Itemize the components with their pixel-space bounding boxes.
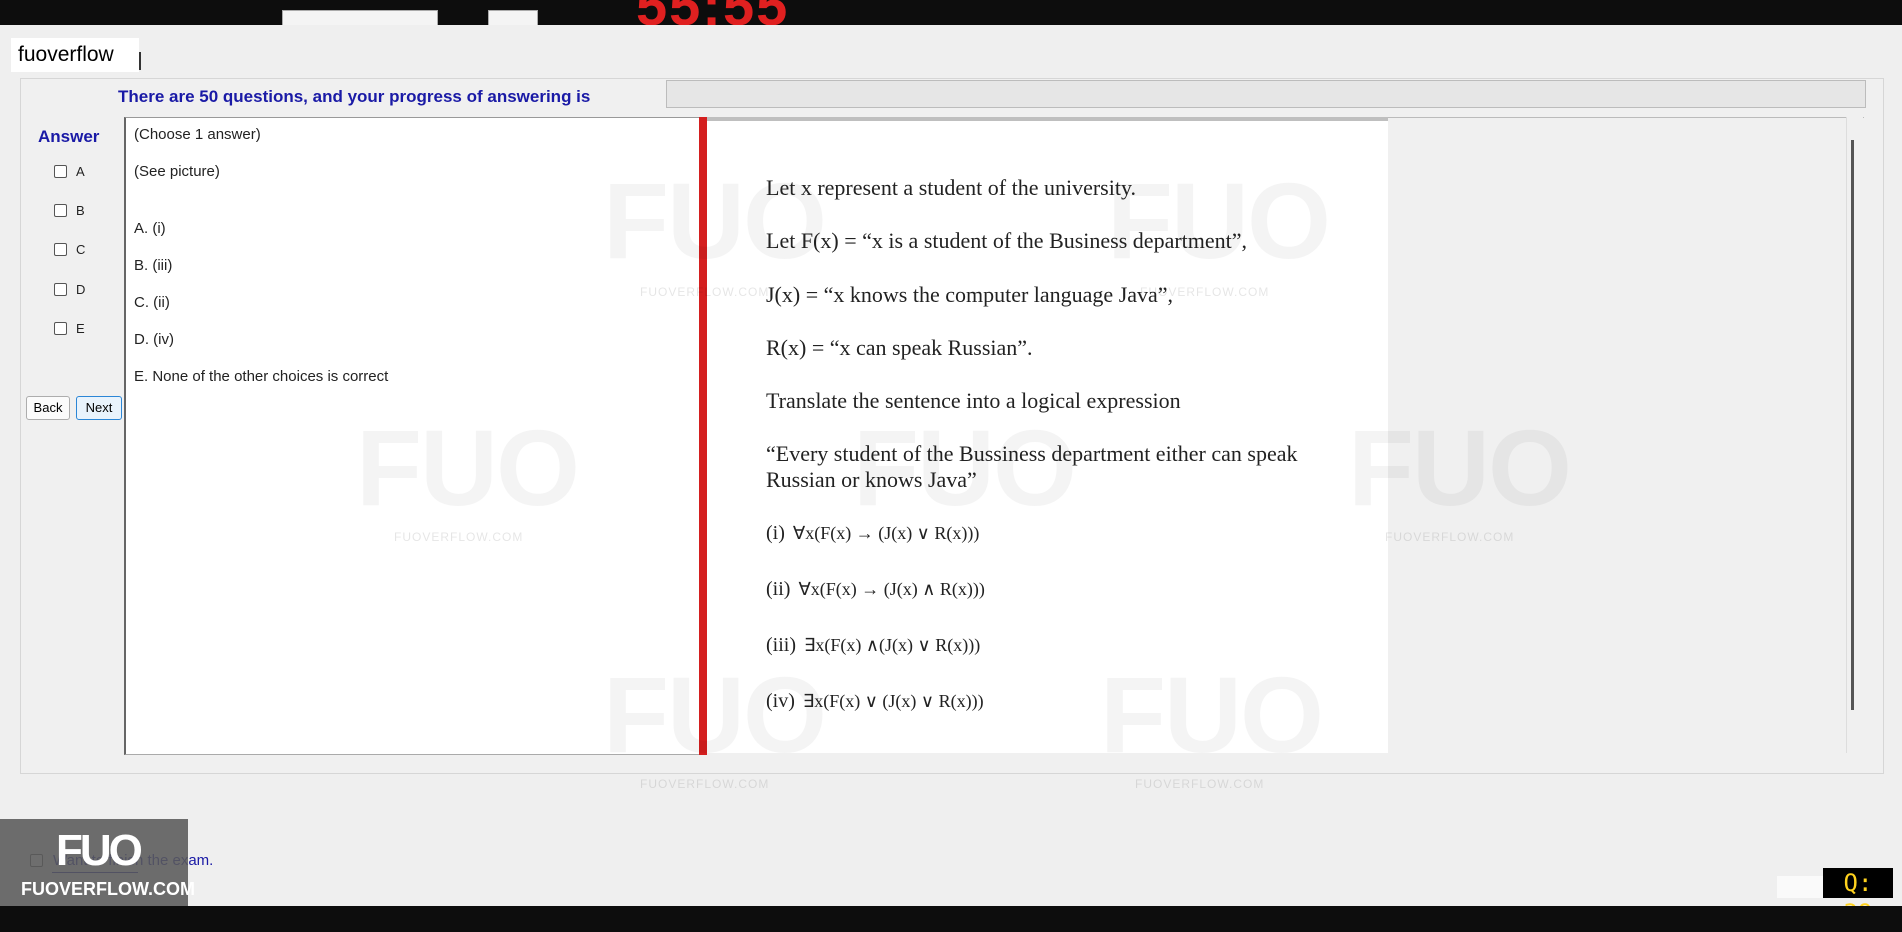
exam-timer: 55:55 [636,0,789,25]
watermark-logo: FUO [1107,158,1331,283]
watermark-logo: FUO [603,652,827,777]
question-line: Let F(x) = “x is a student of the Busine… [766,228,1248,253]
answer-option-c[interactable]: C [54,240,85,258]
status-patch [1777,876,1823,898]
progress-text: There are 50 questions, and your progres… [118,87,591,106]
question-line: “Every student of the Bussiness departme… [766,441,1298,466]
choice-item: A. (i) [134,220,166,237]
checkbox-b[interactable] [54,203,67,217]
watermark-url: FUOVERFLOW.COM [640,777,770,791]
toolbar-small-combo[interactable] [488,10,538,25]
watermark-url: FUOVERFLOW.COM [640,285,770,299]
answer-option-a[interactable]: A [54,162,85,180]
answer-option-label: D [76,281,86,297]
progress-bar [666,80,1866,108]
next-button[interactable]: Next [76,396,122,420]
checkbox-a[interactable] [54,164,67,178]
answer-option-label: E [76,320,85,336]
watermark-url: FUOVERFLOW.COM [394,530,524,544]
checkbox-c[interactable] [54,242,67,256]
answer-option-d[interactable]: D [54,280,85,298]
checkbox-d[interactable] [54,282,67,296]
question-counter: Q: 39 [1823,868,1893,927]
question-line: Let x represent a student of the univers… [766,175,1137,200]
logic-option: (ii) ∀x(F(x) → (J(x) ∧ R(x))) [766,578,985,601]
choose-instruction: (Choose 1 answer) [134,126,261,143]
watermark-url: FUOVERFLOW.COM [1135,777,1265,791]
vertical-scrollbar[interactable] [1846,117,1863,753]
back-button[interactable]: Back [26,396,70,420]
question-line: Translate the sentence into a logical ex… [766,388,1181,413]
watermark-logo: FUO [1100,652,1324,777]
watermark-url: FUOVERFLOW.COM [1385,530,1515,544]
brand-tag: fuoverflow [11,38,139,72]
see-picture-text: (See picture) [134,163,220,180]
logic-option: (i) ∀x(F(x) → (J(x) ∨ R(x))) [766,522,979,545]
choice-item: E. None of the other choices is correct [134,368,389,385]
logic-option-label: (iii) [766,634,796,656]
checkbox-e[interactable] [54,321,67,335]
logic-option-expression: ∀x(F(x) → (J(x) ∨ R(x))) [792,523,980,543]
logic-option-expression: ∃x(F(x) ∧(J(x) ∨ R(x))) [804,635,981,655]
logic-option-expression: ∀x(F(x) → (J(x) ∧ R(x))) [798,579,985,599]
logic-option: (iv) ∃x(F(x) ∨ (J(x) ∨ R(x))) [766,690,984,713]
scrollbar-thumb[interactable] [1851,140,1854,710]
choice-item: B. (iii) [134,257,173,274]
logic-option-label: (iv) [766,690,795,712]
site-logo: FUO [56,826,143,875]
answer-label: Answer [38,127,100,146]
choice-item: D. (iv) [134,331,174,348]
question-line: J(x) = “x knows the computer language Ja… [766,282,1174,307]
answer-option-e[interactable]: E [54,319,85,337]
logic-option-label: (ii) [766,578,791,600]
answer-option-label: A [76,163,85,179]
answer-option-b[interactable]: B [54,201,85,219]
answer-option-label: B [76,202,85,218]
answer-option-label: C [76,241,86,257]
logic-option-expression: ∃x(F(x) ∨ (J(x) ∨ R(x))) [802,691,984,711]
logic-option: (iii) ∃x(F(x) ∧(J(x) ∨ R(x))) [766,634,980,657]
watermark-logo: FUO [356,405,580,530]
question-line: Russian or knows Java” [766,467,977,492]
choice-item: C. (ii) [134,294,170,311]
bottom-bar [0,906,1902,932]
watermark-logo: FUO [1348,405,1572,530]
site-logo-url: FUOVERFLOW.COM [21,879,195,899]
top-toolbar: 55:55 [0,0,1902,25]
logic-option-label: (i) [766,522,785,544]
toolbar-combo-box[interactable] [282,10,438,25]
question-line: R(x) = “x can speak Russian”. [766,335,1033,360]
text-caret [139,52,141,70]
